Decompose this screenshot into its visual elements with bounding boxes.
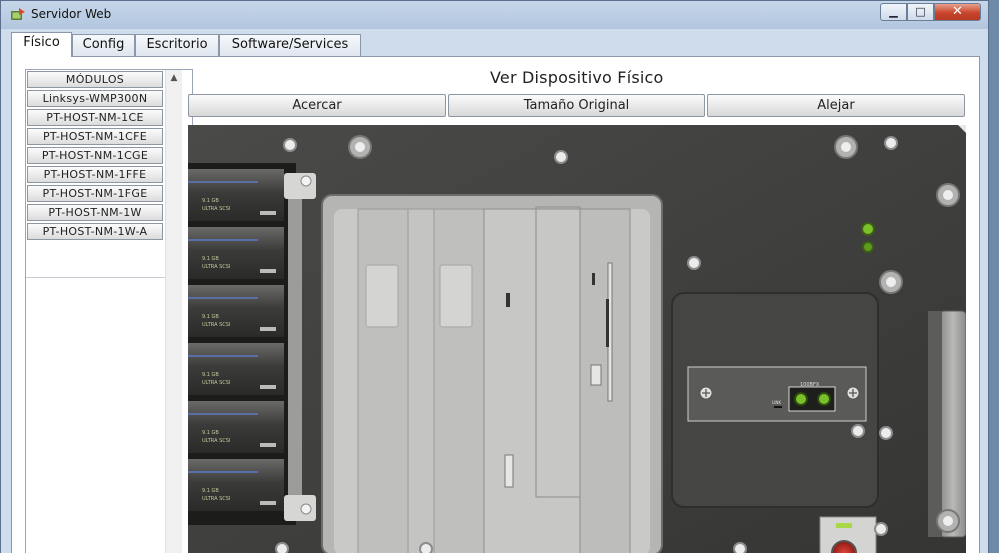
module-item[interactable]: PT-HOST-NM-1CGE <box>27 147 163 164</box>
module-item[interactable]: PT-HOST-NM-1FFE <box>27 166 163 183</box>
zoom-in-button[interactable]: Acercar <box>188 94 446 117</box>
status-led-icon <box>862 241 874 253</box>
modules-list: MÓDULOS Linksys-WMP300N PT-HOST-NM-1CE P… <box>25 69 193 553</box>
disk-type-label: ULTRA SCSI <box>202 438 230 444</box>
server-physical-view: 9.1 GB ULTRA SCSI 9.1 GB ULTRA SCSI 9.1 … <box>188 125 966 553</box>
maximize-button[interactable]: □ <box>907 3 934 21</box>
disk-type-label: ULTRA SCSI <box>202 206 230 212</box>
module-item[interactable]: PT-HOST-NM-1CE <box>27 109 163 126</box>
disk-capacity-label: 9.1 GB <box>202 198 219 204</box>
network-module-slot: 100BFX LINK <box>671 292 879 508</box>
minimize-button[interactable]: ▁ <box>880 3 907 21</box>
packet-tracer-icon <box>11 8 25 20</box>
tab-fisico[interactable]: Físico <box>11 32 72 57</box>
tab-software-services[interactable]: Software/Services <box>219 34 361 56</box>
hard-drive-bay: 9.1 GB ULTRA SCSI 9.1 GB ULTRA SCSI 9.1 … <box>188 163 316 525</box>
tab-escritorio[interactable]: Escritorio <box>135 34 219 56</box>
view-title: Ver Dispositivo Físico <box>490 68 664 87</box>
close-button[interactable]: ✕ <box>934 3 981 21</box>
hard-drive-slot: 9.1 GB ULTRA SCSI <box>188 343 284 395</box>
modules-scrollbar[interactable]: ▲ <box>165 70 182 553</box>
expansion-slot-panel <box>321 194 663 553</box>
fiber-port-tx[interactable] <box>794 392 808 406</box>
module-item[interactable]: PT-HOST-NM-1W-A <box>27 223 163 240</box>
hard-drive-slot: 9.1 GB ULTRA SCSI <box>188 401 284 453</box>
tab-config[interactable]: Config <box>72 34 135 56</box>
modules-header: MÓDULOS <box>27 71 163 88</box>
zoom-out-button[interactable]: Alejar <box>707 94 965 117</box>
title-bar[interactable]: Servidor Web ▁ □ ✕ <box>1 1 988 29</box>
disk-type-label: ULTRA SCSI <box>202 496 230 502</box>
window-title: Servidor Web <box>31 7 112 21</box>
disk-type-label: ULTRA SCSI <box>202 322 230 328</box>
physical-tab-panel: MÓDULOS Linksys-WMP300N PT-HOST-NM-1CE P… <box>11 56 980 553</box>
hard-drive-slot: 9.1 GB ULTRA SCSI <box>188 169 284 221</box>
original-size-button[interactable]: Tamaño Original <box>448 94 705 117</box>
disk-type-label: ULTRA SCSI <box>202 380 230 386</box>
power-button[interactable] <box>819 516 877 553</box>
disk-capacity-label: 9.1 GB <box>202 372 219 378</box>
link-label: LINK <box>772 400 781 405</box>
module-item[interactable]: PT-HOST-NM-1FGE <box>27 185 163 202</box>
disk-capacity-label: 9.1 GB <box>202 256 219 262</box>
module-item[interactable]: PT-HOST-NM-1W <box>27 204 163 221</box>
hard-drive-slot: 9.1 GB ULTRA SCSI <box>188 285 284 337</box>
side-handle[interactable] <box>939 310 966 538</box>
hard-drive-slot: 9.1 GB ULTRA SCSI <box>188 227 284 279</box>
disk-capacity-label: 9.1 GB <box>202 488 219 494</box>
disk-capacity-label: 9.1 GB <box>202 314 219 320</box>
fiber-port-rx[interactable] <box>817 392 831 406</box>
server-window: Servidor Web ▁ □ ✕ Físico Config Escrito… <box>0 0 989 553</box>
modules-list-items: MÓDULOS Linksys-WMP300N PT-HOST-NM-1CE P… <box>26 70 165 240</box>
module-item[interactable]: Linksys-WMP300N <box>27 90 163 107</box>
module-item[interactable]: PT-HOST-NM-1CFE <box>27 128 163 145</box>
hard-drive-slot: 9.1 GB ULTRA SCSI <box>188 459 284 511</box>
status-led-icon <box>861 222 875 236</box>
scroll-up-arrow-icon[interactable]: ▲ <box>166 70 182 86</box>
disk-capacity-label: 9.1 GB <box>202 430 219 436</box>
disk-type-label: ULTRA SCSI <box>202 264 230 270</box>
